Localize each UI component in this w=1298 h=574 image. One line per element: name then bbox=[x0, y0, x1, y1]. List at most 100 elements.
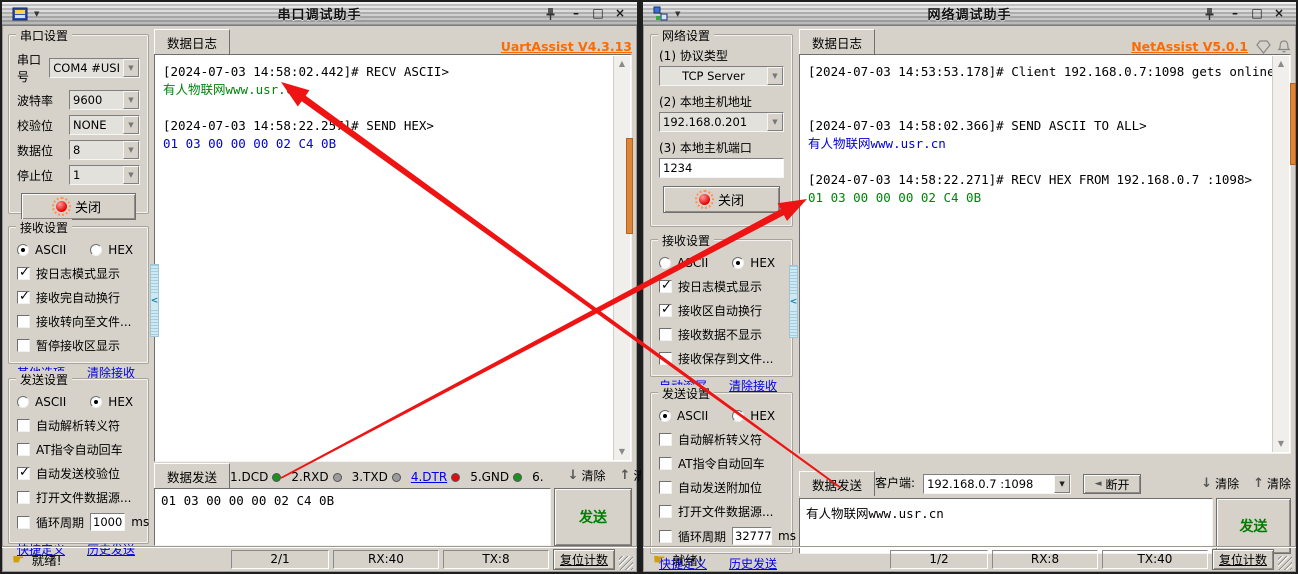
clear-send-link[interactable]: ↓ 清除 bbox=[1201, 475, 1239, 496]
tab-data-log[interactable]: 数据日志 bbox=[799, 29, 876, 54]
log-scrollbar[interactable]: ▲ ▼ bbox=[613, 56, 630, 460]
stopbits-select[interactable]: 1 ▼ bbox=[69, 165, 140, 185]
receive-log-area[interactable]: [2024-07-03 14:58:02.442]# RECV ASCII> 有… bbox=[154, 54, 632, 462]
version-link[interactable]: NetAssist V5.0.1 bbox=[1131, 39, 1248, 54]
scroll-down-icon[interactable]: ▼ bbox=[1273, 436, 1289, 452]
send-hex-radio[interactable]: HEX bbox=[90, 395, 133, 409]
recv-option-checkbox[interactable]: 接收区自动换行 bbox=[659, 302, 784, 319]
recv-option-checkbox[interactable]: 按日志模式显示 bbox=[17, 265, 140, 282]
field-label: 波特率 bbox=[17, 93, 54, 108]
send-option-checkbox[interactable]: AT指令自动回车 bbox=[17, 441, 140, 458]
checkbox-icon bbox=[17, 315, 30, 328]
close-window-button[interactable]: × bbox=[611, 6, 629, 22]
scroll-down-icon[interactable]: ▼ bbox=[614, 444, 630, 460]
panel-collapse-handle[interactable]: < bbox=[150, 264, 159, 337]
scroll-up-icon[interactable]: ▲ bbox=[614, 56, 630, 72]
panel-collapse-handle[interactable]: < bbox=[789, 265, 798, 338]
pin-label-link[interactable]: 4.DTR bbox=[411, 470, 447, 484]
titlebar[interactable]: ▼ 网络调试助手 – □ × bbox=[643, 2, 1296, 26]
resize-grip[interactable] bbox=[1278, 555, 1292, 570]
checkbox-label: 自动解析转义符 bbox=[36, 419, 121, 433]
resize-grip[interactable] bbox=[619, 555, 633, 570]
checkbox-label: 接收数据不显示 bbox=[678, 328, 763, 342]
send-option-checkbox[interactable]: 自动解析转义符 bbox=[17, 417, 140, 434]
parity-select[interactable]: NONE ▼ bbox=[69, 115, 140, 135]
recv-option-checkbox[interactable]: 接收数据不显示 bbox=[659, 326, 784, 343]
databits-select[interactable]: 8 ▼ bbox=[69, 140, 140, 160]
send-option-checkbox[interactable]: 自动解析转义符 bbox=[659, 431, 784, 448]
client-select[interactable]: 192.168.0.7 :1098 ▼ bbox=[923, 474, 1072, 494]
baudrate-select[interactable]: 9600 ▼ bbox=[69, 90, 140, 110]
pin-indicator-6: 6. bbox=[532, 470, 543, 488]
close-server-button[interactable]: 关闭 bbox=[663, 186, 780, 213]
protocol-select[interactable]: TCP Server ▼ bbox=[659, 66, 784, 86]
scroll-up-icon[interactable]: ▲ bbox=[1273, 56, 1289, 72]
pin-label: 5.GND bbox=[470, 470, 510, 484]
maximize-button[interactable]: □ bbox=[589, 6, 607, 22]
reset-counter-button[interactable]: 复位计数 bbox=[552, 549, 615, 570]
send-hex-radio[interactable]: HEX bbox=[732, 409, 775, 423]
clear-recv-link[interactable]: ↑清除 bbox=[1253, 475, 1291, 496]
send-ascii-radio[interactable]: ASCII bbox=[17, 395, 66, 409]
titlebar[interactable]: ▼ 串口调试助手 – □ × bbox=[2, 2, 637, 26]
version-link[interactable]: UartAssist V4.3.13 bbox=[501, 39, 632, 54]
gem-icon[interactable] bbox=[1256, 40, 1271, 54]
disconnect-button[interactable]: ◄ 断开 bbox=[1083, 474, 1142, 494]
recv-hex-radio[interactable]: HEX bbox=[90, 243, 133, 257]
cycle-period-input[interactable]: 32777 bbox=[732, 527, 773, 545]
edge-scroll-marker[interactable] bbox=[626, 138, 633, 234]
send-data-input[interactable]: 01 03 00 00 00 02 C4 0B bbox=[154, 488, 551, 546]
local-host-select[interactable]: 192.168.0.201 ▼ bbox=[659, 112, 784, 132]
reset-counter-button[interactable]: 复位计数 bbox=[1211, 549, 1274, 570]
checkbox-icon bbox=[659, 529, 672, 543]
maximize-button[interactable]: □ bbox=[1248, 6, 1266, 22]
tab-data-send[interactable]: 数据发送 bbox=[154, 463, 231, 488]
cycle-send-checkbox[interactable]: 循环周期 32777 ms bbox=[659, 527, 796, 545]
checkbox-icon bbox=[17, 465, 30, 480]
network-assistant-window: ▼ 网络调试助手 – □ × 网络设置 (1) 协议类型 TCP Server ▼… bbox=[641, 0, 1298, 574]
minimize-button[interactable]: – bbox=[567, 6, 585, 22]
close-port-button[interactable]: 关闭 bbox=[21, 193, 136, 220]
close-window-button[interactable]: × bbox=[1270, 6, 1288, 22]
recv-option-checkbox[interactable]: 暂停接收区显示 bbox=[17, 337, 140, 354]
status-tx: TX:40 bbox=[1101, 550, 1208, 569]
edge-scroll-marker[interactable] bbox=[1290, 83, 1296, 165]
pin-indicator-dtr[interactable]: 4.DTR bbox=[411, 470, 461, 488]
checkbox-icon bbox=[659, 278, 672, 293]
recv-ascii-radio[interactable]: ASCII bbox=[659, 256, 708, 270]
send-option-checkbox[interactable]: 自动发送附加位 bbox=[659, 479, 784, 496]
bell-icon[interactable] bbox=[1277, 40, 1291, 54]
tab-data-send[interactable]: 数据发送 bbox=[799, 471, 876, 496]
local-port-input[interactable]: 1234 bbox=[659, 158, 784, 178]
send-option-checkbox[interactable]: AT指令自动回车 bbox=[659, 455, 784, 472]
arrow-down-icon: ↓ bbox=[1201, 476, 1213, 491]
radio-label: ASCII bbox=[677, 256, 709, 270]
send-button[interactable]: 发送 bbox=[554, 488, 632, 546]
recv-option-checkbox[interactable]: 接收保存到文件... bbox=[659, 350, 784, 367]
field-label: (1) 协议类型 bbox=[659, 49, 728, 63]
chevron-down-icon: ▼ bbox=[123, 59, 139, 77]
send-ascii-radio[interactable]: ASCII bbox=[659, 409, 708, 423]
recv-ascii-radio[interactable]: ASCII bbox=[17, 243, 66, 257]
minimize-button[interactable]: – bbox=[1226, 6, 1244, 22]
tab-data-log[interactable]: 数据日志 bbox=[154, 29, 231, 54]
com-port-select[interactable]: COM4 #USI ▼ bbox=[49, 58, 140, 78]
send-option-checkbox[interactable]: 打开文件数据源... bbox=[17, 489, 140, 506]
field-label: 串口号 bbox=[17, 53, 42, 84]
cycle-send-checkbox[interactable]: 循环周期 1000 ms bbox=[17, 513, 149, 531]
status-ready-text: 就绪! bbox=[672, 553, 703, 568]
radio-icon bbox=[659, 410, 671, 422]
send-option-checkbox[interactable]: 打开文件数据源... bbox=[659, 503, 784, 520]
recv-hex-radio[interactable]: HEX bbox=[732, 256, 775, 270]
cycle-period-input[interactable]: 1000 bbox=[90, 513, 126, 531]
recv-option-checkbox[interactable]: 接收转向至文件... bbox=[17, 313, 140, 330]
clear-send-link[interactable]: ↓ 清除 bbox=[568, 467, 606, 488]
receive-log-area[interactable]: [2024-07-03 14:53:53.178]# Client 192.16… bbox=[799, 54, 1291, 454]
pin-icon[interactable] bbox=[1203, 7, 1216, 21]
recv-option-checkbox[interactable]: 接收完自动换行 bbox=[17, 289, 140, 306]
send-option-checkbox[interactable]: 自动发送校验位 bbox=[17, 465, 140, 482]
recv-option-checkbox[interactable]: 按日志模式显示 bbox=[659, 278, 784, 295]
pin-icon[interactable] bbox=[544, 7, 557, 21]
log-scrollbar[interactable]: ▲ ▼ bbox=[1272, 56, 1289, 452]
ready-hand-icon: ☛ bbox=[12, 551, 25, 568]
